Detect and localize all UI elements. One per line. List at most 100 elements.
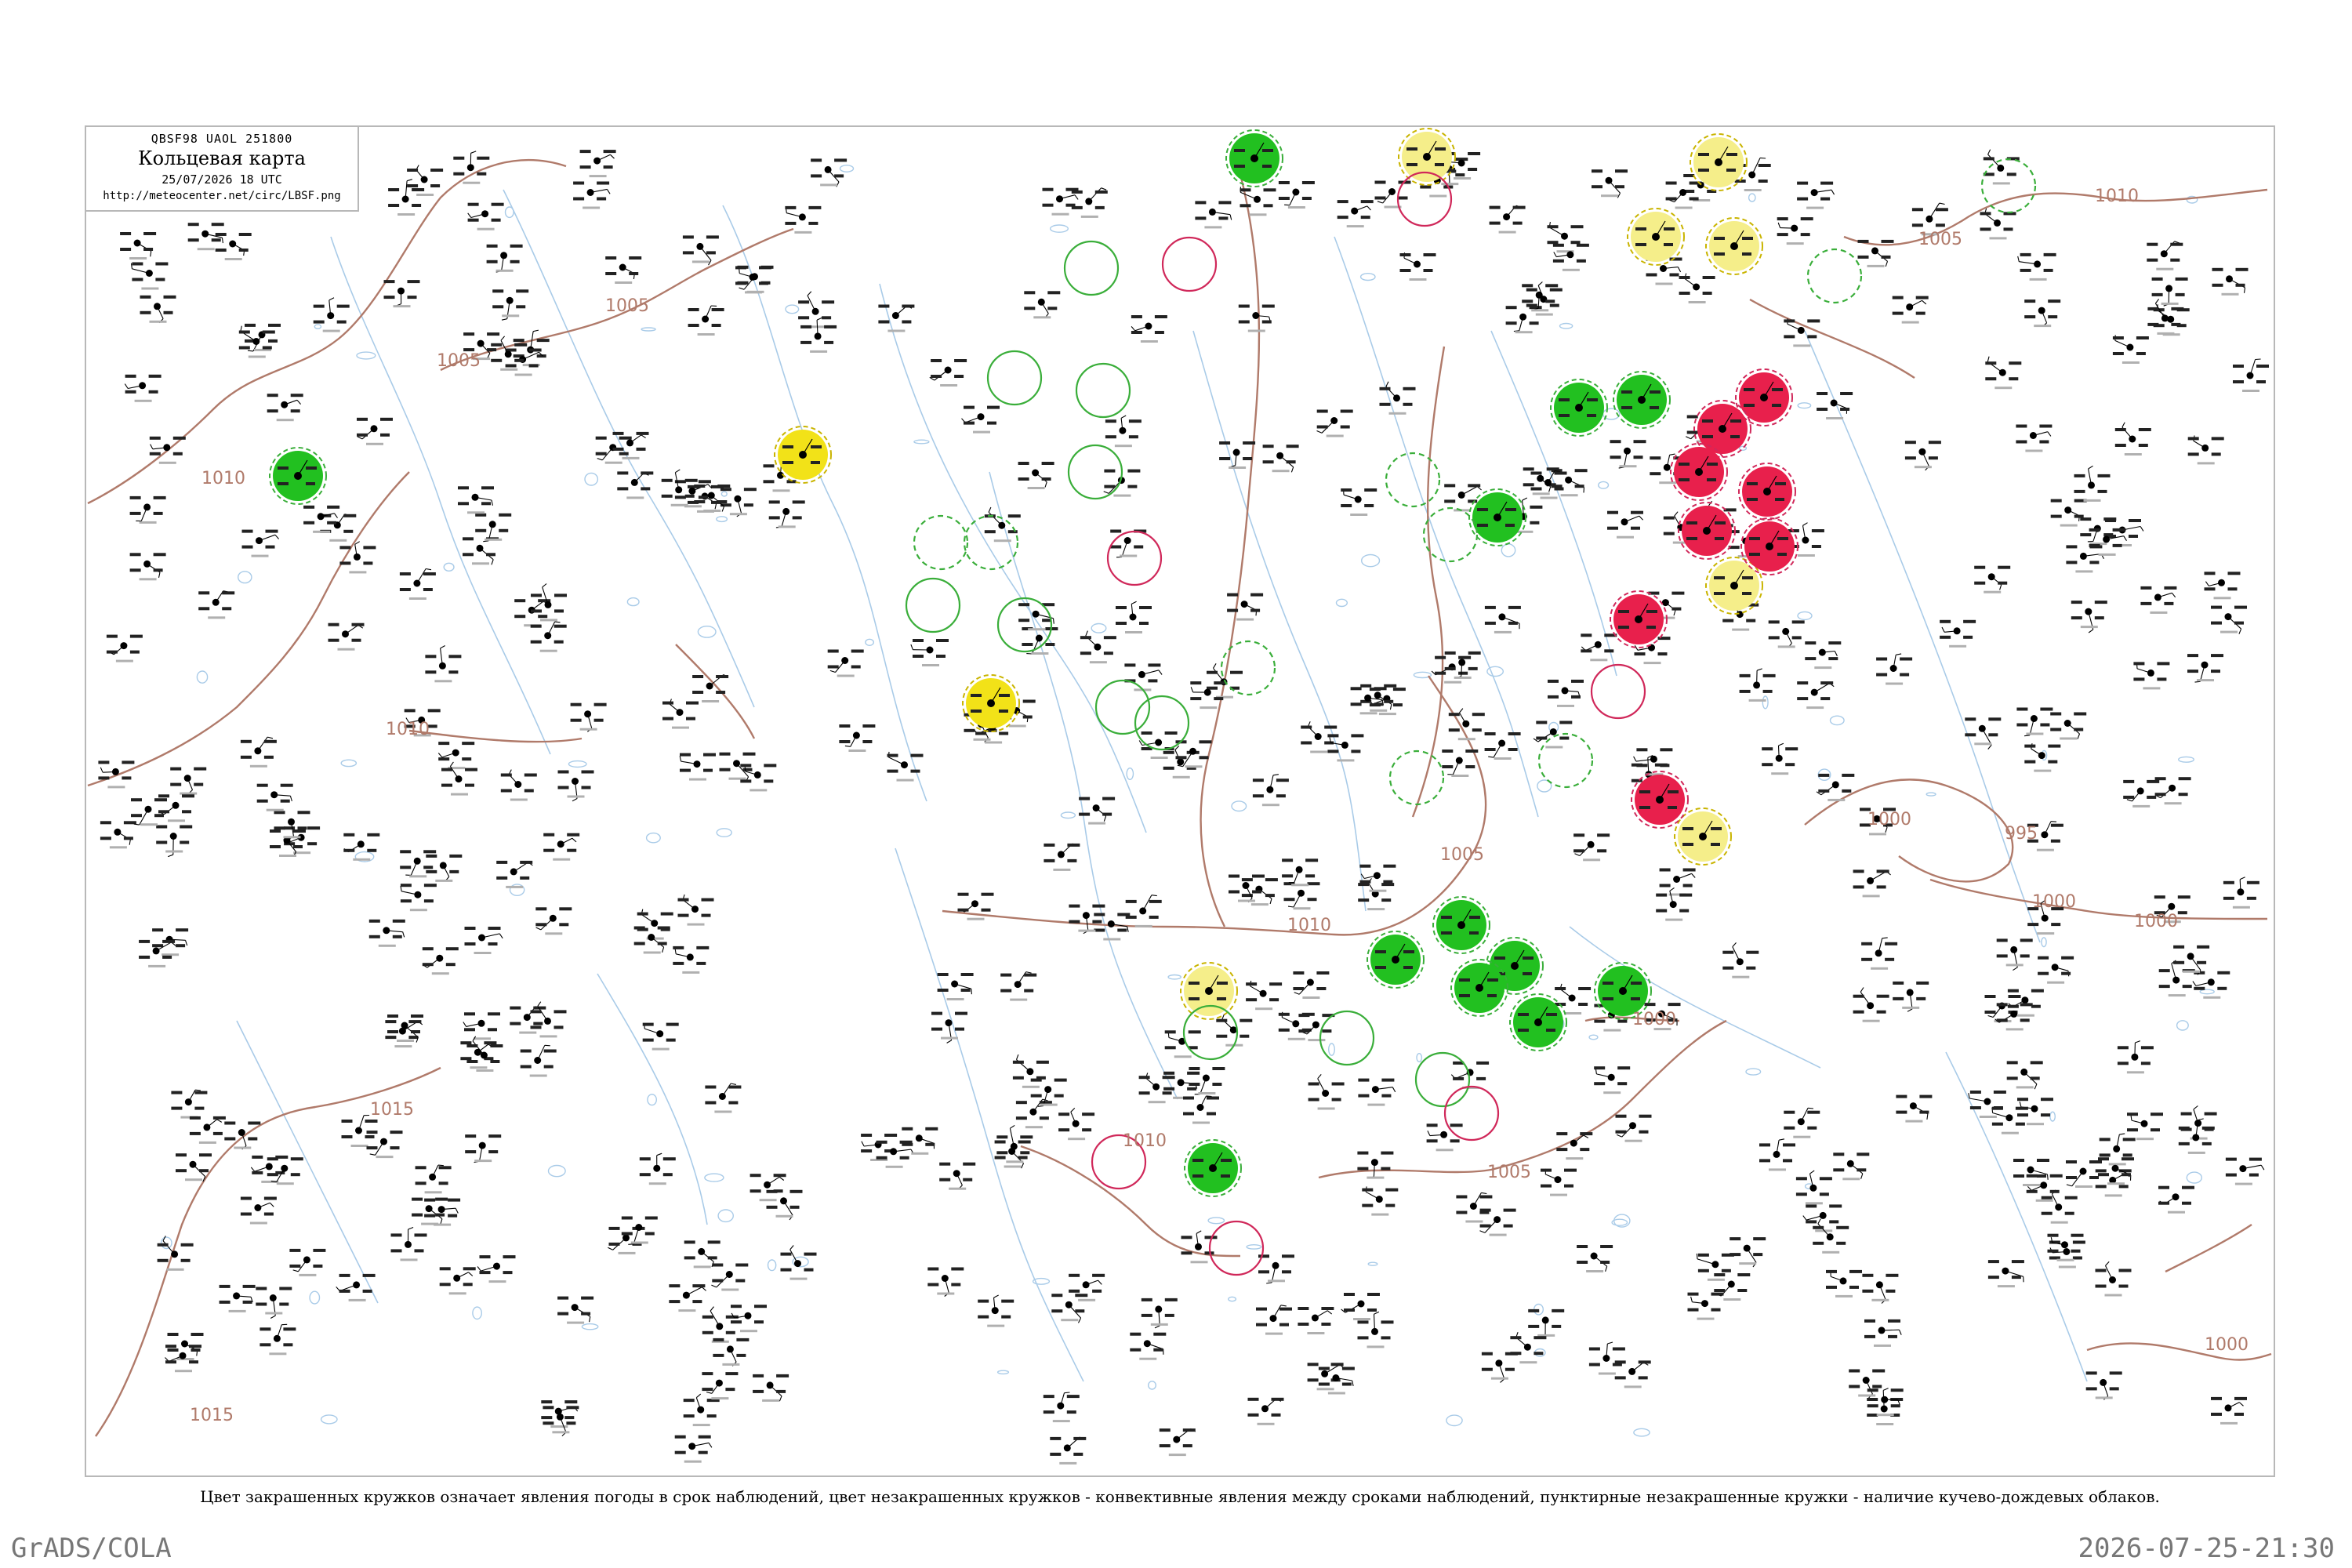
tendency-mark [1036, 1076, 1046, 1080]
pressure-mark [1054, 1078, 1067, 1082]
station-plot [2211, 605, 2247, 634]
station-name-mark [1697, 1317, 1715, 1320]
pressure-mark [1240, 1018, 1253, 1022]
dewpoint-mark [1656, 909, 1668, 913]
dewpoint-mark [1614, 1376, 1626, 1380]
station-name-mark [949, 1187, 967, 1190]
temperature-mark [1759, 1143, 1770, 1147]
tendency-mark [1559, 736, 1570, 740]
station-plot [557, 770, 594, 802]
pressure-mark [1262, 149, 1273, 152]
dewpoint-mark [2016, 440, 2027, 444]
wind-barb [1367, 882, 1376, 895]
dewpoint-mark [438, 757, 450, 761]
tendency-mark [189, 1360, 198, 1364]
dewpoint-mark [458, 502, 469, 506]
station-name-mark [107, 786, 125, 789]
temperature-mark [1189, 1067, 1200, 1070]
pressure-mark [1530, 505, 1543, 509]
dewpoint-mark [1980, 227, 1991, 231]
station-name-mark [265, 1312, 283, 1315]
temperature-mark [1615, 1114, 1627, 1118]
pressure-mark [180, 825, 193, 829]
tendency-mark [1753, 1253, 1763, 1257]
station-name-mark [2016, 1086, 2034, 1089]
pressure-mark [759, 266, 771, 270]
station-plot [1481, 1352, 1518, 1383]
wind-barb-feather [440, 1218, 443, 1225]
dewpoint-mark [240, 755, 252, 759]
tendency-mark [743, 503, 753, 507]
dewpoint-mark [957, 908, 969, 912]
wind-barb-feather [2034, 1083, 2038, 1090]
wind-barb-feather [334, 513, 338, 518]
temperature-mark [1131, 315, 1142, 318]
tendency-mark [1276, 794, 1286, 798]
wind-barb-feather [270, 1315, 276, 1319]
dewpoint-mark [579, 165, 591, 169]
wind-barb-feather [328, 297, 335, 301]
pressure-mark [1458, 655, 1472, 659]
tendency-mark [706, 251, 716, 255]
wind-barb-feather [816, 317, 822, 321]
station-name-mark [1806, 206, 1824, 209]
dewpoint-mark [2047, 1249, 2059, 1253]
wind-barb [140, 506, 148, 521]
wind-barb [1040, 302, 1049, 314]
tendency-mark [194, 1106, 205, 1110]
wind-barb-feather [1939, 202, 1945, 205]
station-name-mark [1540, 496, 1558, 499]
lake [704, 1173, 724, 1182]
pressure-mark [1919, 1094, 1933, 1098]
dewpoint-mark [1181, 1251, 1192, 1255]
temperature-mark [198, 591, 210, 595]
tendency-mark [2071, 1249, 2081, 1253]
station-plot [750, 1174, 786, 1202]
temperature-mark [1522, 284, 1534, 288]
wind-barb-feather [1674, 511, 1679, 517]
station-plot [2050, 499, 2087, 527]
tendency-mark [1552, 1324, 1562, 1328]
wind-barb-feather [500, 336, 506, 341]
tendency-mark [834, 174, 844, 178]
dewpoint-mark [120, 248, 132, 251]
convective-ring [1590, 663, 1646, 720]
station-plot [1547, 222, 1584, 253]
station-name-mark [2098, 553, 2116, 556]
temperature-mark [2114, 428, 2126, 431]
dewpoint-mark [642, 1038, 654, 1042]
river [330, 236, 551, 755]
wind-barb-feather [1131, 601, 1137, 604]
station-name-mark [1777, 645, 1795, 648]
wind-barb-feather [2135, 1040, 2141, 1044]
pressure-mark [1508, 605, 1521, 609]
wind-barb-feather [1756, 668, 1762, 671]
dewpoint-mark [2194, 986, 2205, 990]
isobar-layer [87, 158, 2272, 1437]
station-plot [1797, 181, 1835, 209]
station-plot [2127, 1112, 2163, 1141]
dewpoint-mark [1022, 643, 1033, 646]
wind-barb-feather [628, 1243, 634, 1245]
tendency-mark [1762, 689, 1773, 693]
temperature-mark [1602, 982, 1613, 985]
wind-barb [1800, 1108, 1809, 1122]
dewpoint-mark [387, 1030, 398, 1033]
source-url[interactable]: http://meteocenter.net/circ/LBSF.png [86, 190, 358, 202]
wind-barb [1878, 1284, 1886, 1300]
temperature-mark [1360, 684, 1372, 688]
station-name-mark [775, 1214, 793, 1218]
pressure-mark [2157, 662, 2170, 666]
temperature-mark [1980, 212, 1991, 216]
dewpoint-mark [2050, 728, 2062, 731]
station-name-mark [2156, 267, 2174, 270]
station-name-mark [1564, 1012, 1582, 1014]
tendency-mark [735, 1279, 746, 1283]
temperature-mark [466, 1044, 478, 1047]
tendency-mark [148, 390, 158, 394]
station-name-mark [987, 1324, 1005, 1327]
station-plot [1510, 1332, 1547, 1364]
station-name-mark [1247, 329, 1265, 332]
lake [196, 670, 209, 684]
temperature-mark [530, 624, 542, 628]
